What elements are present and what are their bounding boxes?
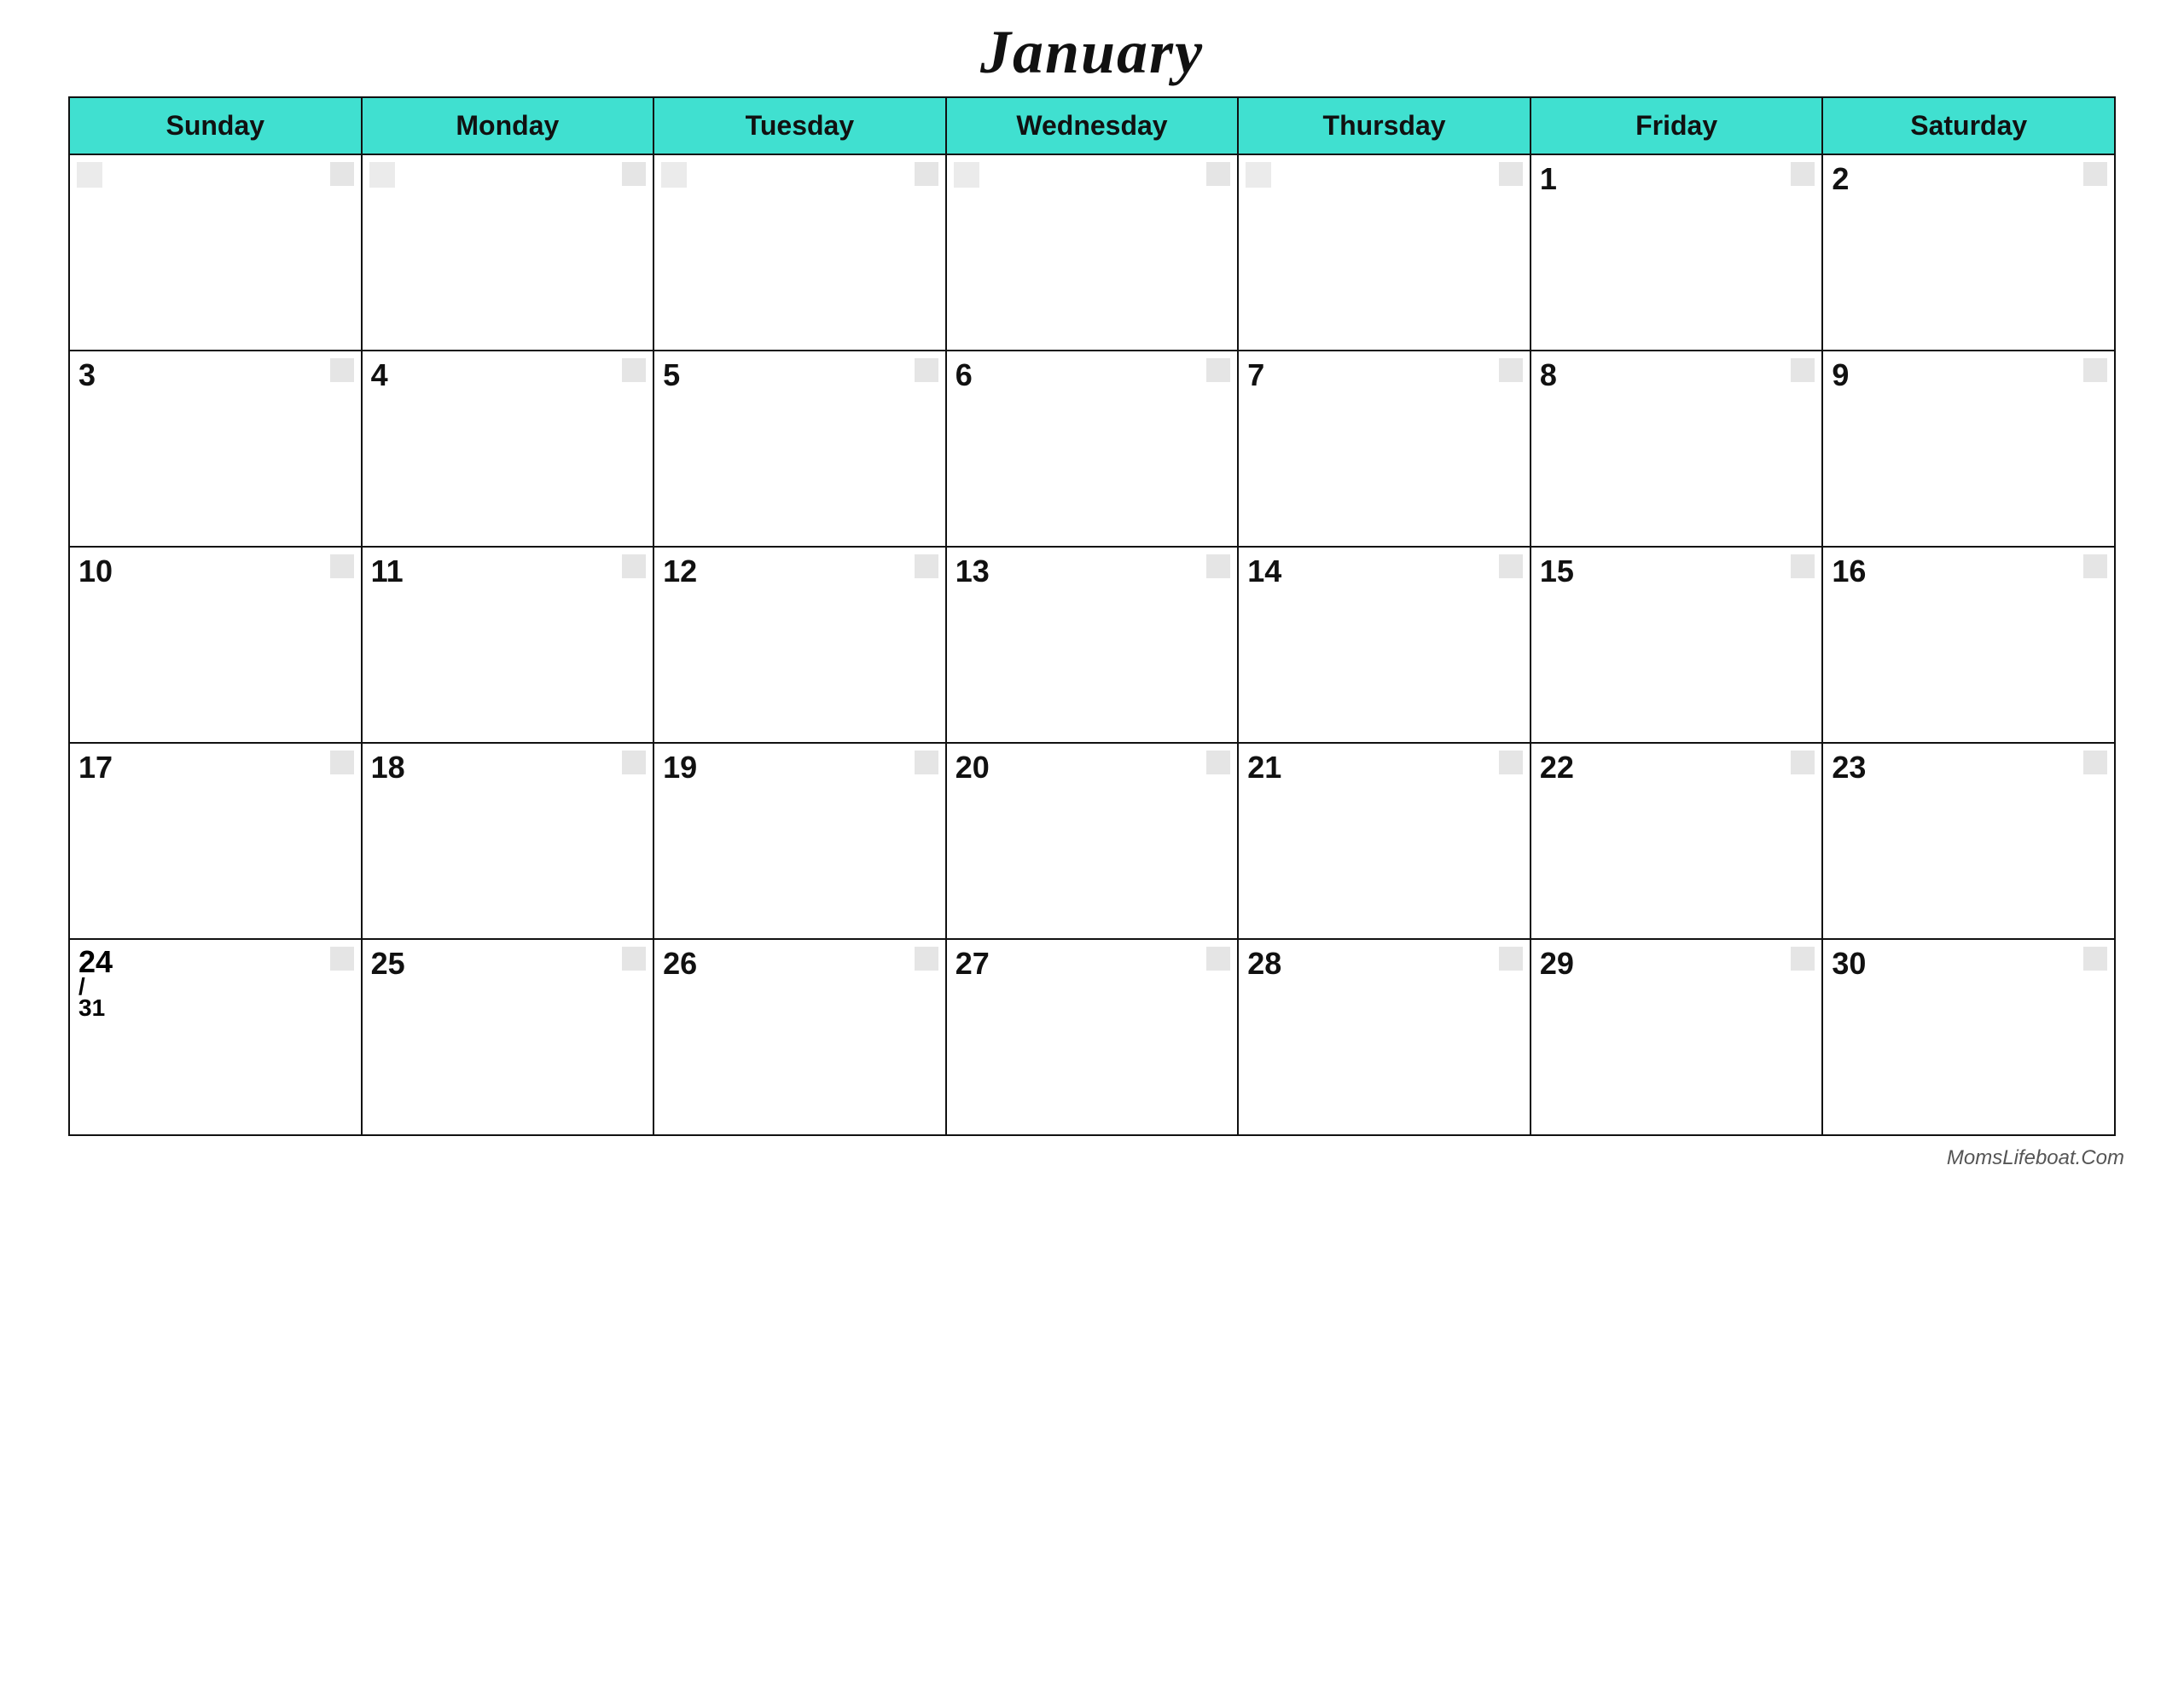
calendar-cell[interactable]: 25 bbox=[362, 939, 654, 1135]
watermark: MomsLifeboat.Com bbox=[1947, 1146, 2158, 1170]
date-number: 28 bbox=[1247, 947, 1521, 981]
week-row-3: 17 18 19 20 21 22 23 bbox=[69, 743, 2115, 939]
date-number: 3 bbox=[78, 358, 352, 392]
date-number: 16 bbox=[1832, 554, 2106, 588]
date-number: 13 bbox=[956, 554, 1229, 588]
calendar-cell[interactable] bbox=[1238, 154, 1531, 351]
week-row-4: 24/31 25 26 27 28 29 30 bbox=[69, 939, 2115, 1135]
calendar-cell[interactable]: 5 bbox=[653, 351, 946, 547]
calendar-cell[interactable]: 29 bbox=[1531, 939, 1823, 1135]
date-number: 22 bbox=[1540, 751, 1814, 785]
days-header-row: SundayMondayTuesdayWednesdayThursdayFrid… bbox=[69, 97, 2115, 154]
date-number: 17 bbox=[78, 751, 352, 785]
date-number-alt: 31 bbox=[78, 996, 352, 1020]
date-number: 8 bbox=[1540, 358, 1814, 392]
calendar-cell[interactable]: 1 bbox=[1531, 154, 1823, 351]
day-header-wednesday: Wednesday bbox=[946, 97, 1239, 154]
date-number: 14 bbox=[1247, 554, 1521, 588]
date-number: 15 bbox=[1540, 554, 1814, 588]
date-number: 4 bbox=[371, 358, 645, 392]
calendar-cell[interactable]: 19 bbox=[653, 743, 946, 939]
calendar-cell[interactable]: 24/31 bbox=[69, 939, 362, 1135]
calendar-cell[interactable]: 9 bbox=[1822, 351, 2115, 547]
calendar-cell[interactable] bbox=[946, 154, 1239, 351]
date-number: 11 bbox=[371, 554, 645, 588]
date-divider: / bbox=[78, 977, 352, 996]
calendar-cell[interactable]: 30 bbox=[1822, 939, 2115, 1135]
date-number: 30 bbox=[1832, 947, 2106, 981]
day-header-saturday: Saturday bbox=[1822, 97, 2115, 154]
day-header-monday: Monday bbox=[362, 97, 654, 154]
date-number: 18 bbox=[371, 751, 645, 785]
date-number: 12 bbox=[663, 554, 937, 588]
date-number: 20 bbox=[956, 751, 1229, 785]
day-header-sunday: Sunday bbox=[69, 97, 362, 154]
calendar-cell[interactable]: 11 bbox=[362, 547, 654, 743]
date-number: 2 bbox=[1832, 162, 2106, 196]
week-row-1: 3456789 bbox=[69, 351, 2115, 547]
calendar-cell[interactable]: 4 bbox=[362, 351, 654, 547]
calendar-cell[interactable]: 18 bbox=[362, 743, 654, 939]
calendar-cell[interactable]: 28 bbox=[1238, 939, 1531, 1135]
calendar-cell[interactable]: 23 bbox=[1822, 743, 2115, 939]
date-number: 26 bbox=[663, 947, 937, 981]
date-number: 10 bbox=[78, 554, 352, 588]
date-number: 7 bbox=[1247, 358, 1521, 392]
date-number: 23 bbox=[1832, 751, 2106, 785]
calendar-cell[interactable]: 17 bbox=[69, 743, 362, 939]
calendar-cell[interactable]: 2 bbox=[1822, 154, 2115, 351]
calendar-cell[interactable]: 27 bbox=[946, 939, 1239, 1135]
calendar-title: January bbox=[980, 17, 1204, 88]
date-number: 25 bbox=[371, 947, 645, 981]
calendar-cell[interactable]: 14 bbox=[1238, 547, 1531, 743]
calendar-cell[interactable]: 22 bbox=[1531, 743, 1823, 939]
week-row-0: 12 bbox=[69, 154, 2115, 351]
calendar-cell[interactable]: 12 bbox=[653, 547, 946, 743]
calendar-table: SundayMondayTuesdayWednesdayThursdayFrid… bbox=[68, 96, 2116, 1136]
day-header-tuesday: Tuesday bbox=[653, 97, 946, 154]
calendar-cell[interactable] bbox=[69, 154, 362, 351]
day-header-friday: Friday bbox=[1531, 97, 1823, 154]
calendar-cell[interactable]: 13 bbox=[946, 547, 1239, 743]
date-number: 21 bbox=[1247, 751, 1521, 785]
date-number: 6 bbox=[956, 358, 1229, 392]
calendar-cell[interactable]: 10 bbox=[69, 547, 362, 743]
week-row-2: 10 11 12 13 14 15 16 bbox=[69, 547, 2115, 743]
calendar-cell[interactable]: 26 bbox=[653, 939, 946, 1135]
calendar-cell[interactable]: 8 bbox=[1531, 351, 1823, 547]
calendar-cell[interactable]: 16 bbox=[1822, 547, 2115, 743]
date-number: 1 bbox=[1540, 162, 1814, 196]
calendar-cell[interactable]: 21 bbox=[1238, 743, 1531, 939]
date-number: 27 bbox=[956, 947, 1229, 981]
day-header-thursday: Thursday bbox=[1238, 97, 1531, 154]
date-number: 24 bbox=[78, 947, 352, 977]
calendar-cell[interactable] bbox=[653, 154, 946, 351]
calendar-cell[interactable]: 20 bbox=[946, 743, 1239, 939]
date-number: 9 bbox=[1832, 358, 2106, 392]
calendar-cell[interactable]: 3 bbox=[69, 351, 362, 547]
calendar-cell[interactable]: 15 bbox=[1531, 547, 1823, 743]
calendar-cell[interactable]: 7 bbox=[1238, 351, 1531, 547]
calendar-cell[interactable] bbox=[362, 154, 654, 351]
date-number: 29 bbox=[1540, 947, 1814, 981]
date-number: 5 bbox=[663, 358, 937, 392]
date-number: 19 bbox=[663, 751, 937, 785]
calendar-cell[interactable]: 6 bbox=[946, 351, 1239, 547]
